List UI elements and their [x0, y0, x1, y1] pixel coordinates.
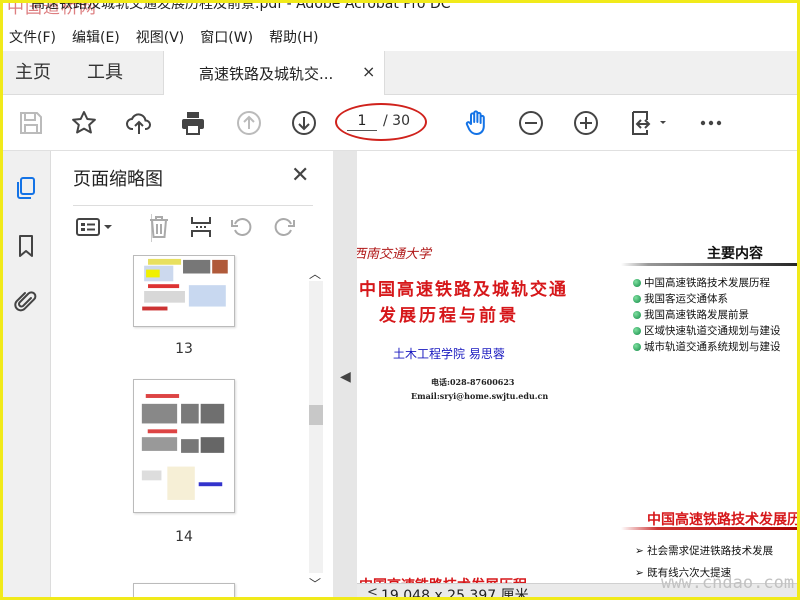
thumbnail-page-14[interactable] — [133, 379, 235, 513]
current-page-input[interactable]: 1 — [347, 113, 377, 131]
left-rail — [3, 151, 51, 597]
menu-bar: 文件(F) 编辑(E) 视图(V) 窗口(W) 帮助(H) — [3, 25, 797, 49]
toc-item: 中国高速铁路技术发展历程 — [633, 275, 770, 290]
insert-page-icon[interactable] — [187, 214, 215, 240]
section-bullet: ➢ 社会需求促进铁路技术发展 — [635, 545, 774, 557]
document-view[interactable]: 西南交通大学 中国高速铁路及城轨交通 发展历程与前景 土木工程学院 易思蓉 电话… — [357, 151, 800, 583]
tab-tools[interactable]: 工具 — [87, 51, 123, 95]
close-panel-icon[interactable]: ✕ — [291, 163, 309, 188]
slide-title-line1: 中国高速铁路及城轨交通 — [359, 280, 568, 300]
toc-item: 我国客运交通体系 — [633, 291, 728, 306]
hand-tool-icon[interactable] — [460, 107, 492, 139]
email-line: Email:sryi@home.swjtu.edu.cn — [411, 391, 549, 401]
rotate-cw-icon[interactable] — [270, 214, 298, 240]
panel-title: 页面缩略图 — [73, 169, 163, 190]
attachment-icon[interactable] — [11, 287, 41, 317]
thumbnail-page-13[interactable] — [133, 255, 235, 327]
cloud-upload-icon[interactable] — [123, 107, 155, 139]
panel-toolbar — [73, 205, 313, 245]
author-line: 土木工程学院 易思蓉 — [393, 347, 505, 361]
zoom-in-icon[interactable] — [570, 107, 602, 139]
section-divider — [621, 527, 797, 530]
delete-icon[interactable] — [145, 214, 173, 240]
tab-home[interactable]: 主页 — [15, 51, 51, 95]
thumbnail-label-13: 13 — [175, 341, 193, 357]
options-icon[interactable] — [73, 214, 117, 240]
scroll-track — [309, 281, 323, 573]
bullet-icon — [633, 311, 641, 319]
tab-document[interactable]: 高速铁路及城轨交... × — [163, 51, 385, 96]
phone-line: 电话:028-87600623 — [431, 377, 515, 387]
school-logo-text: 西南交通大学 — [357, 247, 432, 262]
toc-item: 区域快速轨道交通规划与建设 — [633, 323, 781, 338]
thumbnail-scrollbar[interactable]: ︿ ﹀ — [305, 257, 325, 597]
toc-title: 主要内容 — [707, 246, 763, 262]
thumbnail-label-14: 14 — [175, 529, 193, 545]
watermark-url: www.cndao.com — [661, 573, 795, 593]
zoom-out-icon[interactable] — [515, 107, 547, 139]
bullet-icon — [633, 295, 641, 303]
star-icon[interactable] — [68, 107, 100, 139]
thumbnail-list: 13 14 — [73, 255, 311, 597]
scroll-up-icon[interactable]: ︿ — [309, 265, 321, 282]
window-title: 高速铁路及城轨交通发展历程及前景.pdf - Adobe Acrobat Pro… — [31, 3, 451, 12]
save-icon[interactable] — [15, 107, 47, 139]
thumbnail-page-15[interactable] — [133, 583, 235, 597]
toc-item: 城市轨道交通系统规划与建设 — [633, 339, 781, 354]
menu-help[interactable]: 帮助(H) — [263, 27, 328, 47]
menu-edit[interactable]: 编辑(E) — [66, 27, 130, 47]
bullet-icon — [633, 279, 641, 287]
rotate-ccw-icon[interactable] — [228, 214, 256, 240]
page-indicator: 1 / 30 — [335, 103, 427, 141]
scroll-left-icon[interactable]: < — [367, 585, 378, 597]
bullet-icon — [633, 343, 641, 351]
thumbnail-panel: 页面缩略图 ✕ 13 14 ︿ ﹀ — [51, 151, 333, 597]
page-dimensions: 19.048 x 25.397 厘米 — [381, 588, 529, 600]
fit-page-icon[interactable] — [625, 107, 673, 139]
slide-title-line2: 发展历程与前景 — [379, 306, 519, 326]
collapse-panel-icon[interactable]: ◀ — [340, 369, 351, 385]
section-title: 中国高速铁路技术发展历 — [647, 512, 800, 528]
total-pages: / 30 — [383, 113, 410, 129]
page-down-icon[interactable] — [288, 107, 320, 139]
tab-bar: 主页 工具 高速铁路及城轨交... × — [3, 51, 797, 96]
page-up-icon[interactable] — [233, 107, 265, 139]
panel-collapse-gutter: ◀ — [333, 151, 357, 597]
title-bar: 中国道桥网 高速铁路及城轨交通发展历程及前景.pdf - Adobe Acrob… — [3, 3, 797, 25]
document-tab-label: 高速铁路及城轨交... — [199, 65, 334, 83]
main-toolbar: 1 / 30 — [3, 95, 797, 151]
toc-item: 我国高速铁路发展前景 — [633, 307, 749, 322]
toc-divider — [621, 263, 797, 266]
bullet-icon — [633, 327, 641, 335]
app-window: 中国道桥网 高速铁路及城轨交通发展历程及前景.pdf - Adobe Acrob… — [0, 0, 800, 600]
print-icon[interactable] — [177, 107, 209, 139]
next-page-heading: 中国高速铁路技术发展历程 — [359, 575, 527, 583]
menu-file[interactable]: 文件(F) — [3, 27, 66, 47]
bookmark-icon[interactable] — [11, 231, 41, 261]
page-thumbnails-icon[interactable] — [11, 173, 41, 203]
menu-view[interactable]: 视图(V) — [130, 27, 195, 47]
scroll-down-icon[interactable]: ﹀ — [309, 575, 321, 592]
close-tab-icon[interactable]: × — [362, 62, 375, 81]
more-icon[interactable] — [695, 107, 727, 139]
scroll-thumb[interactable] — [309, 405, 323, 425]
menu-window[interactable]: 窗口(W) — [194, 27, 263, 47]
